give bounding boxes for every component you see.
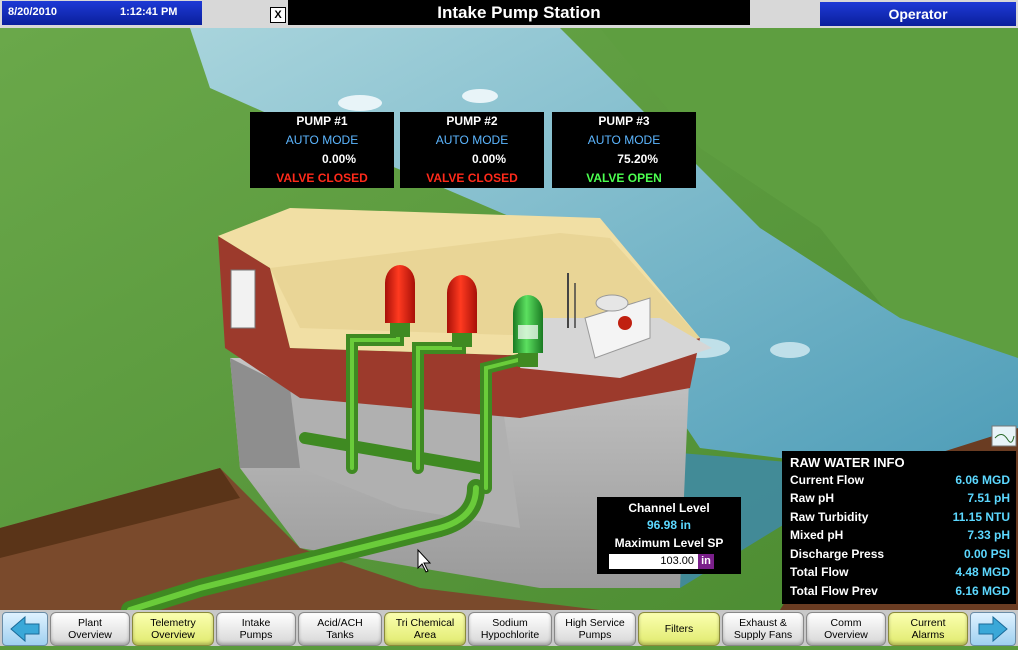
- nav-label-line1: Intake: [241, 617, 271, 629]
- nav-label-line2: Alarms: [911, 629, 945, 641]
- nav-label-line2: Pumps: [239, 629, 273, 641]
- nav-tri-chemical-area-button[interactable]: Tri Chemical Area: [384, 612, 466, 646]
- raw-row-raw-ph: Raw pH 7.51 pH: [790, 491, 1010, 509]
- bottom-navigation-bar: Plant Overview Telemetry Overview Intake Pu…: [0, 610, 1018, 646]
- raw-water-info-title: RAW WATER INFO: [790, 455, 905, 470]
- channel-level-label: Channel Level: [628, 501, 710, 515]
- pump-1-name: PUMP #1: [296, 114, 348, 128]
- nav-high-service-pumps-button[interactable]: High Service Pumps: [554, 612, 636, 646]
- pump-2-valve-status: VALVE CLOSED: [426, 171, 518, 185]
- nav-label-line1: Telemetry: [150, 617, 196, 629]
- pump-3-status-panel[interactable]: PUMP #3 AUTO MODE 75.20% VALVE OPEN: [552, 112, 696, 188]
- nav-label-line2: Hypochlorite: [480, 629, 540, 641]
- raw-row-label: Discharge Press: [790, 547, 885, 561]
- close-button[interactable]: X: [270, 7, 286, 23]
- raw-row-label: Total Flow: [790, 565, 849, 579]
- max-level-sp-input[interactable]: 103.00: [609, 554, 698, 569]
- pump-1-mode: AUTO MODE: [285, 133, 359, 147]
- nav-label-line1: Comm: [830, 617, 862, 629]
- nav-label-line1: Acid/ACH: [317, 617, 363, 629]
- raw-row-label: Current Flow: [790, 473, 864, 487]
- nav-label-line1: Tri Chemical: [395, 617, 455, 629]
- raw-row-total-flow-prev: Total Flow Prev 6.16 MGD: [790, 584, 1010, 602]
- pump-3-mode: AUTO MODE: [587, 133, 661, 147]
- nav-label-line1: Filters: [664, 623, 694, 635]
- pump-2-speed: 0.00%: [471, 152, 506, 166]
- raw-row-label: Raw Turbidity: [790, 510, 869, 524]
- time-display: 1:12:41 PM: [120, 6, 178, 18]
- raw-row-label: Total Flow Prev: [790, 584, 878, 598]
- channel-level-panel: Channel Level 96.98 in Maximum Level SP …: [597, 497, 741, 574]
- channel-level-value: 96.98 in: [646, 518, 692, 532]
- page-title: Intake Pump Station: [288, 0, 750, 25]
- nav-label-line1: Current: [910, 617, 946, 629]
- nav-current-alarms-button[interactable]: Current Alarms: [888, 612, 968, 646]
- raw-row-mixed-ph: Mixed pH 7.33 pH: [790, 528, 1010, 546]
- nav-label-line1: Plant: [78, 617, 102, 629]
- pump-1-status-panel[interactable]: PUMP #1 AUTO MODE 0.00% VALVE CLOSED: [250, 112, 394, 188]
- pump-1-valve-status: VALVE CLOSED: [276, 171, 368, 185]
- raw-row-value: 6.16 MGD: [955, 584, 1010, 598]
- left-arrow-icon: [10, 615, 40, 643]
- back-button[interactable]: [2, 612, 48, 646]
- nav-filters-button[interactable]: Filters: [638, 612, 720, 646]
- raw-row-value: 11.15 NTU: [952, 510, 1010, 524]
- raw-row-current-flow: Current Flow 6.06 MGD: [790, 473, 1010, 491]
- nav-label-line1: Sodium: [492, 617, 528, 629]
- forward-button[interactable]: [970, 612, 1016, 646]
- pump-3-valve-status: VALVE OPEN: [586, 171, 662, 185]
- right-arrow-icon: [978, 615, 1008, 643]
- raw-water-info-panel: RAW WATER INFO Current Flow 6.06 MGD Raw…: [782, 451, 1016, 604]
- nav-label-line2: Tanks: [326, 629, 354, 641]
- raw-row-raw-turbidity: Raw Turbidity 11.15 NTU: [790, 510, 1010, 528]
- max-level-sp-unit: in: [698, 554, 714, 569]
- raw-row-discharge-press: Discharge Press 0.00 PSI: [790, 547, 1010, 565]
- raw-row-value: 7.51 pH: [967, 491, 1010, 505]
- date-display: 8/20/2010: [8, 6, 57, 18]
- pump-3-name: PUMP #3: [598, 114, 650, 128]
- nav-sodium-hypochlorite-button[interactable]: Sodium Hypochlorite: [468, 612, 552, 646]
- nav-label-line2: Overview: [68, 629, 112, 641]
- hmi-logo-icon: [991, 425, 1017, 447]
- pump-3-speed: 75.20%: [617, 152, 658, 166]
- nav-intake-pumps-button[interactable]: Intake Pumps: [216, 612, 296, 646]
- nav-exhaust-supply-fans-button[interactable]: Exhaust & Supply Fans: [722, 612, 804, 646]
- nav-acid-ach-tanks-button[interactable]: Acid/ACH Tanks: [298, 612, 382, 646]
- pump-2-name: PUMP #2: [446, 114, 498, 128]
- user-role-button[interactable]: Operator: [820, 2, 1016, 26]
- nav-plant-overview-button[interactable]: Plant Overview: [50, 612, 130, 646]
- pump-1-speed: 0.00%: [321, 152, 356, 166]
- nav-label-line2: Overview: [824, 629, 868, 641]
- raw-row-value: 6.06 MGD: [955, 473, 1010, 487]
- raw-row-label: Mixed pH: [790, 528, 844, 542]
- raw-row-value: 7.33 pH: [967, 528, 1010, 542]
- nav-telemetry-overview-button[interactable]: Telemetry Overview: [132, 612, 214, 646]
- raw-row-value: 0.00 PSI: [963, 547, 1010, 561]
- title-bar: 8/20/2010 1:12:41 PM X Intake Pump Stati…: [0, 0, 1018, 28]
- nav-label-line2: Area: [413, 629, 437, 641]
- raw-row-value: 4.48 MGD: [955, 565, 1010, 579]
- date-time-panel: 8/20/2010 1:12:41 PM: [2, 1, 202, 25]
- nav-label-line1: Exhaust &: [739, 617, 787, 629]
- raw-row-label: Raw pH: [790, 491, 835, 505]
- pump-2-mode: AUTO MODE: [435, 133, 509, 147]
- pump-2-status-panel[interactable]: PUMP #2 AUTO MODE 0.00% VALVE CLOSED: [400, 112, 544, 188]
- raw-row-total-flow: Total Flow 4.48 MGD: [790, 565, 1010, 583]
- nav-label-line1: High Service: [565, 617, 625, 629]
- nav-label-line2: Supply Fans: [733, 629, 793, 641]
- max-level-sp-label: Maximum Level SP: [614, 536, 724, 550]
- nav-label-line2: Pumps: [578, 629, 612, 641]
- nav-label-line2: Overview: [151, 629, 195, 641]
- nav-comm-overview-button[interactable]: Comm Overview: [806, 612, 886, 646]
